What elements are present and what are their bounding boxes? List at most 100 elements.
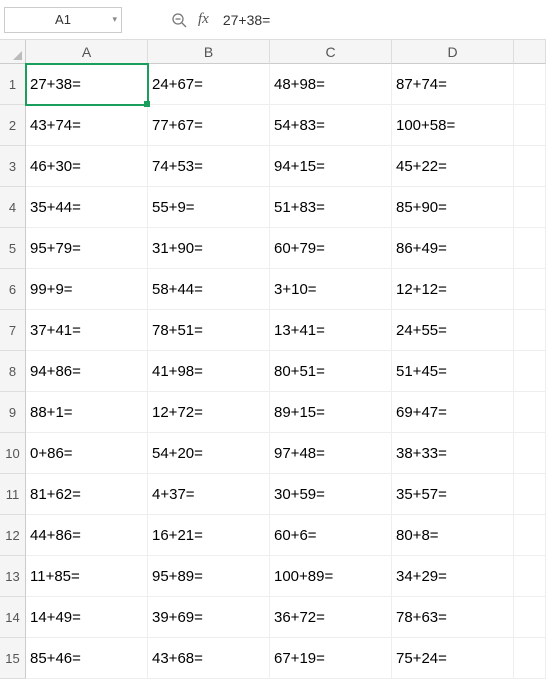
column-header-c[interactable]: C	[270, 40, 392, 64]
cell[interactable]	[514, 638, 546, 679]
row-header[interactable]: 15	[0, 638, 26, 679]
column-header-e[interactable]	[514, 40, 546, 64]
cell[interactable]: 27+38=	[26, 64, 148, 105]
select-all-corner[interactable]	[0, 40, 26, 64]
cell[interactable]	[514, 310, 546, 351]
chevron-down-icon[interactable]: ▾	[112, 14, 117, 25]
cell[interactable]: 45+22=	[392, 146, 514, 187]
cell[interactable]: 69+47=	[392, 392, 514, 433]
cell[interactable]: 43+68=	[148, 638, 270, 679]
cell[interactable]: 24+55=	[392, 310, 514, 351]
cell[interactable]: 12+12=	[392, 269, 514, 310]
cell[interactable]: 39+69=	[148, 597, 270, 638]
fx-icon[interactable]: fx	[198, 11, 209, 28]
cell[interactable]: 86+49=	[392, 228, 514, 269]
cell[interactable]: 35+57=	[392, 474, 514, 515]
cell[interactable]: 60+6=	[270, 515, 392, 556]
cell[interactable]: 11+85=	[26, 556, 148, 597]
cell[interactable]	[514, 269, 546, 310]
cell[interactable]: 4+37=	[148, 474, 270, 515]
name-box[interactable]: A1 ▾	[4, 7, 122, 33]
column-header-d[interactable]: D	[392, 40, 514, 64]
cell[interactable]: 80+51=	[270, 351, 392, 392]
cell[interactable]: 80+8=	[392, 515, 514, 556]
cell[interactable]: 60+79=	[270, 228, 392, 269]
cell[interactable]: 0+86=	[26, 433, 148, 474]
cell[interactable]	[514, 64, 546, 105]
cell[interactable]: 85+46=	[26, 638, 148, 679]
row-header[interactable]: 8	[0, 351, 26, 392]
zoom-out-icon[interactable]	[170, 11, 188, 29]
cell[interactable]: 43+74=	[26, 105, 148, 146]
row-header[interactable]: 7	[0, 310, 26, 351]
cell[interactable]: 94+86=	[26, 351, 148, 392]
cell[interactable]: 16+21=	[148, 515, 270, 556]
cell[interactable]: 100+89=	[270, 556, 392, 597]
cell[interactable]: 41+98=	[148, 351, 270, 392]
cell[interactable]: 54+20=	[148, 433, 270, 474]
cell[interactable]	[514, 187, 546, 228]
cell[interactable]: 12+72=	[148, 392, 270, 433]
row-header[interactable]: 11	[0, 474, 26, 515]
cell[interactable]: 74+53=	[148, 146, 270, 187]
cell[interactable]: 99+9=	[26, 269, 148, 310]
row-header[interactable]: 3	[0, 146, 26, 187]
row-header[interactable]: 9	[0, 392, 26, 433]
cell[interactable]: 13+41=	[270, 310, 392, 351]
cell[interactable]: 85+90=	[392, 187, 514, 228]
cell[interactable]: 36+72=	[270, 597, 392, 638]
cell[interactable]: 58+44=	[148, 269, 270, 310]
row-header[interactable]: 5	[0, 228, 26, 269]
cell[interactable]	[514, 351, 546, 392]
cell[interactable]: 95+79=	[26, 228, 148, 269]
cell[interactable]: 88+1=	[26, 392, 148, 433]
cell[interactable]: 34+29=	[392, 556, 514, 597]
cell[interactable]: 75+24=	[392, 638, 514, 679]
row-header[interactable]: 13	[0, 556, 26, 597]
cell[interactable]: 89+15=	[270, 392, 392, 433]
cell[interactable]	[514, 515, 546, 556]
row-header[interactable]: 1	[0, 64, 26, 105]
row-header[interactable]: 6	[0, 269, 26, 310]
cell[interactable]	[514, 597, 546, 638]
cell[interactable]: 30+59=	[270, 474, 392, 515]
column-header-b[interactable]: B	[148, 40, 270, 64]
cell[interactable]: 31+90=	[148, 228, 270, 269]
row-header[interactable]: 4	[0, 187, 26, 228]
cell[interactable]: 51+45=	[392, 351, 514, 392]
cell[interactable]: 78+51=	[148, 310, 270, 351]
cell[interactable]: 100+58=	[392, 105, 514, 146]
cell[interactable]: 78+63=	[392, 597, 514, 638]
formula-input[interactable]	[217, 7, 542, 33]
cell[interactable]: 81+62=	[26, 474, 148, 515]
column-header-a[interactable]: A	[26, 40, 148, 64]
cell[interactable]: 37+41=	[26, 310, 148, 351]
row-header[interactable]: 12	[0, 515, 26, 556]
cell[interactable]: 35+44=	[26, 187, 148, 228]
cell[interactable]	[514, 228, 546, 269]
cell[interactable]: 94+15=	[270, 146, 392, 187]
cell[interactable]: 38+33=	[392, 433, 514, 474]
cell[interactable]	[514, 433, 546, 474]
cell[interactable]: 54+83=	[270, 105, 392, 146]
cell[interactable]: 51+83=	[270, 187, 392, 228]
cell[interactable]: 24+67=	[148, 64, 270, 105]
cell[interactable]: 97+48=	[270, 433, 392, 474]
cell[interactable]: 87+74=	[392, 64, 514, 105]
cell[interactable]	[514, 474, 546, 515]
cell[interactable]: 55+9=	[148, 187, 270, 228]
row-header[interactable]: 14	[0, 597, 26, 638]
cell[interactable]	[514, 392, 546, 433]
cell[interactable]: 48+98=	[270, 64, 392, 105]
row-header[interactable]: 2	[0, 105, 26, 146]
cell[interactable]	[514, 105, 546, 146]
cell[interactable]: 14+49=	[26, 597, 148, 638]
cell[interactable]	[514, 146, 546, 187]
row-header[interactable]: 10	[0, 433, 26, 474]
cell[interactable]: 77+67=	[148, 105, 270, 146]
cell[interactable]: 67+19=	[270, 638, 392, 679]
cell[interactable]: 95+89=	[148, 556, 270, 597]
cell[interactable]	[514, 556, 546, 597]
cell[interactable]: 46+30=	[26, 146, 148, 187]
cell[interactable]: 3+10=	[270, 269, 392, 310]
